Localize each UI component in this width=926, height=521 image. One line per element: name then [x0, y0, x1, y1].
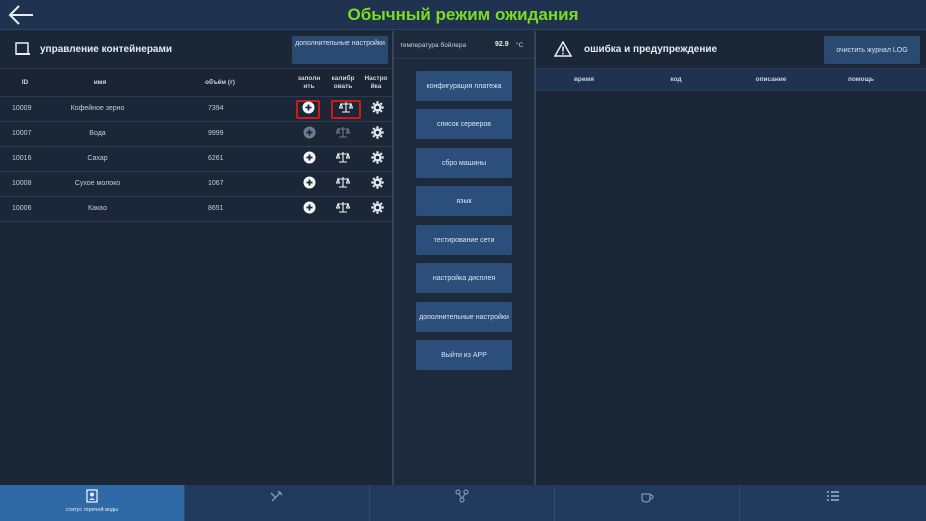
boiler-temp-label: температура бойлера [400, 42, 467, 49]
container-settings-button[interactable] [368, 175, 386, 194]
gear-icon [370, 200, 384, 219]
tab-network[interactable] [370, 485, 555, 521]
machine-reset-button[interactable]: сбро машины [416, 148, 512, 178]
table-row: 10008 Сухое молоко 1067 [0, 172, 392, 197]
row-id: 10009 [12, 105, 32, 112]
row-volume: 9999 [208, 130, 224, 137]
table-row: 10009 Кофейное зерно 7394 [0, 97, 392, 122]
table-row: 10006 Какао 8651 [0, 197, 392, 222]
col-time: время [573, 76, 595, 83]
col-code: код [670, 76, 682, 83]
col-help: помощь [848, 76, 874, 83]
errors-panel: ошибка и предупреждение очистить журнал … [536, 31, 926, 485]
calibrate-button[interactable] [334, 201, 352, 218]
fill-button[interactable] [300, 151, 318, 168]
page-title: Обычный режим ожидания [347, 5, 579, 24]
row-id: 10007 [12, 130, 32, 137]
scale-icon [335, 151, 351, 169]
col-name: имя [93, 79, 107, 86]
col-calibrate: калибр овать [331, 75, 355, 90]
payment-config-button[interactable]: конфигурация платежа [416, 71, 512, 101]
errors-table-header: время код описание помощь [536, 69, 926, 91]
scale-icon [335, 126, 351, 144]
top-bar: Обычный режим ожидания [0, 0, 926, 30]
row-id: 10016 [12, 155, 32, 162]
container-settings-button[interactable] [368, 200, 386, 219]
tools-icon [270, 490, 283, 502]
row-id: 10006 [12, 205, 32, 212]
container-panel-header: управление контейнерами дополнительные н… [0, 31, 392, 69]
col-id: ID [21, 79, 29, 86]
plus-icon [303, 151, 316, 169]
network-test-button[interactable]: тестирование сети [416, 225, 512, 255]
scale-icon [335, 176, 351, 194]
row-name: Какао [88, 205, 107, 212]
calibrate-button[interactable] [334, 151, 352, 168]
table-row: 10007 Вода 9999 [0, 122, 392, 147]
plus-icon [302, 101, 315, 119]
row-volume: 1067 [208, 180, 224, 187]
plus-icon [303, 176, 316, 194]
container-settings-button[interactable] [368, 125, 386, 144]
col-fill: заполн ить [297, 75, 321, 90]
container-table-header: ID имя объём (г) заполн ить калибр овать… [0, 69, 392, 97]
extra-settings-menu-button[interactable]: дополнительные настройки [416, 302, 512, 332]
exit-app-button[interactable]: Выйти из APP [416, 340, 512, 370]
calibrate-button[interactable] [334, 176, 352, 193]
user-card-icon [86, 489, 98, 503]
network-icon [455, 489, 469, 503]
server-list-button[interactable]: список серверов [416, 109, 512, 139]
row-volume: 7394 [208, 105, 224, 112]
tab-label: статус горячей воды [65, 507, 119, 513]
boiler-temp-unit: °C [516, 42, 524, 49]
col-description: описание [755, 76, 787, 83]
fill-button[interactable] [296, 100, 320, 119]
boiler-temp-value: 92.9 [495, 41, 509, 48]
row-name: Вода [89, 130, 106, 137]
fill-button[interactable] [300, 201, 318, 218]
col-settings: Настро йка [364, 75, 388, 90]
row-name: Кофейное зерно [70, 105, 125, 112]
tab-drinks[interactable] [555, 485, 740, 521]
fill-button[interactable] [300, 126, 318, 143]
language-button[interactable]: язык [416, 186, 512, 216]
row-id: 10008 [12, 180, 32, 187]
row-name: Сухое молоко [74, 180, 121, 187]
system-menu-panel: температура бойлера 92.9 °C конфигурация… [394, 31, 534, 485]
plus-icon [303, 126, 316, 144]
boiler-temp-bar: температура бойлера 92.9 °C [394, 31, 534, 59]
row-volume: 6261 [208, 155, 224, 162]
fill-button[interactable] [300, 176, 318, 193]
container-panel-title: управление контейнерами [40, 44, 173, 55]
calibrate-button[interactable] [334, 126, 352, 143]
gear-icon [370, 150, 384, 169]
list-icon [827, 491, 839, 501]
tab-hot-water-status[interactable]: статус горячей воды [0, 485, 185, 521]
tab-tools[interactable] [185, 485, 370, 521]
gear-icon [370, 125, 384, 144]
gear-icon [370, 175, 384, 194]
cup-icon [641, 493, 654, 503]
scale-icon [338, 101, 354, 119]
tab-list[interactable] [740, 485, 926, 521]
clear-log-button[interactable]: очистить журнал LOG [824, 36, 920, 64]
bottom-nav: статус горячей воды [0, 485, 926, 521]
col-volume: объём (г) [205, 79, 235, 86]
display-settings-button[interactable]: настройка дисплея [416, 263, 512, 293]
row-name: Сахар [87, 155, 108, 162]
container-settings-button[interactable] [368, 100, 386, 119]
container-settings-button[interactable] [368, 150, 386, 169]
plus-icon [303, 201, 316, 219]
row-volume: 8651 [208, 205, 224, 212]
errors-panel-title: ошибка и предупреждение [584, 44, 718, 55]
scale-icon [335, 201, 351, 219]
errors-panel-header: ошибка и предупреждение очистить журнал … [536, 31, 926, 69]
container-management-panel: управление контейнерами дополнительные н… [0, 31, 392, 485]
book-icon [15, 42, 30, 55]
extra-settings-button[interactable]: дополнительные настройки [292, 36, 388, 64]
calibrate-button[interactable] [331, 100, 361, 119]
table-row: 10016 Сахар 6261 [0, 147, 392, 172]
warning-icon [554, 41, 572, 57]
gear-icon [370, 100, 384, 119]
